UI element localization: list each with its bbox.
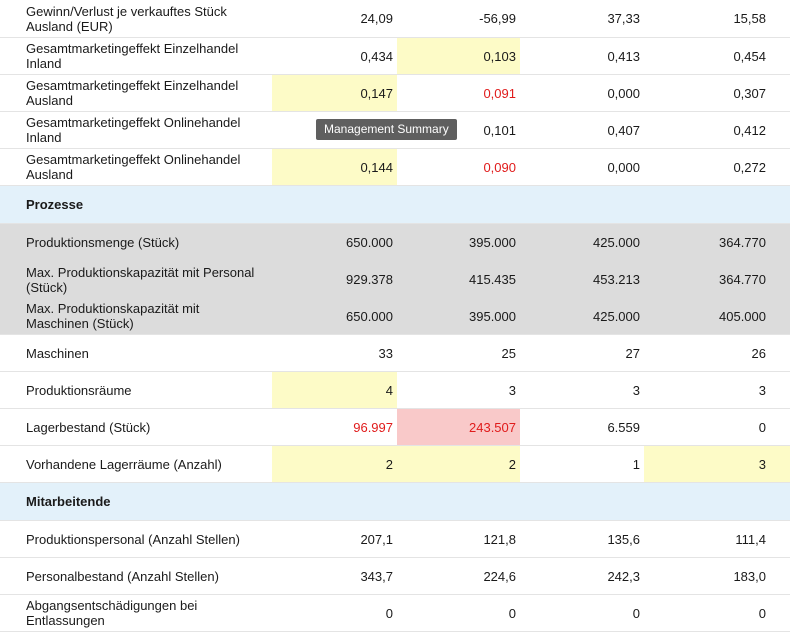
value-cell: 3 <box>644 446 790 482</box>
value-cell: 364.770 <box>719 235 766 250</box>
value-cell: 395.000 <box>469 235 516 250</box>
value-cell: 33 <box>378 345 393 361</box>
value-cell: 0,091 <box>483 85 516 101</box>
table-row: Abgangsentschädigungen bei Entlassungen … <box>0 595 790 632</box>
value-cell: 183,0 <box>733 568 766 584</box>
value-cell: 343,7 <box>360 568 393 584</box>
value-cell: 111,4 <box>735 531 766 547</box>
value-cell: 0,000 <box>607 159 640 175</box>
value-cell: 0,000 <box>607 85 640 101</box>
value-cell: 25 <box>501 345 516 361</box>
value-cell: 242,3 <box>607 568 640 584</box>
value-cell: 243.507 <box>397 409 520 445</box>
row-label: Maschinen <box>26 345 89 361</box>
row-label: Gewinn/Verlust je verkauftes Stück Ausla… <box>26 3 227 34</box>
value-cell: 650.000 <box>346 235 393 250</box>
row-label: Max. Produktionskapazität mit Maschinen … <box>26 301 200 331</box>
value-cell: 405.000 <box>719 308 766 324</box>
value-cell: 0,144 <box>272 149 397 185</box>
row-label: Personalbestand (Anzahl Stellen) <box>26 568 219 584</box>
value-cell: 15,58 <box>733 11 766 26</box>
value-cell: 364.770 <box>719 272 766 287</box>
value-cell: 0,147 <box>272 75 397 111</box>
value-cell: 425.000 <box>593 308 640 324</box>
value-cell: 27 <box>625 345 640 361</box>
value-cell: 650.000 <box>346 308 393 324</box>
table-row: Produktionspersonal (Anzahl Stellen) 207… <box>0 521 790 558</box>
table-row: Produktionsräume 4 3 3 3 <box>0 372 790 409</box>
value-cell: 0,103 <box>397 38 520 74</box>
value-cell: 929.378 <box>346 272 393 287</box>
value-cell: 0 <box>758 605 766 621</box>
value-cell: 207,1 <box>360 531 393 547</box>
value-cell: 2 <box>272 446 397 482</box>
value-cell: 0,454 <box>733 48 766 64</box>
table-row: Produktionsmenge (Stück) 650.000 395.000… <box>0 224 790 261</box>
value-cell: 24,09 <box>360 11 393 26</box>
value-cell: 96.997 <box>353 419 393 435</box>
row-label: Abgangsentschädigungen bei Entlassungen <box>26 598 198 628</box>
row-label: Lagerbestand (Stück) <box>26 419 151 435</box>
value-cell: 37,33 <box>607 11 640 26</box>
table-row: Lagerbestand (Stück) 96.997 243.507 6.55… <box>0 409 790 446</box>
table-row: Gewinn/Verlust je verkauftes Stück Ausla… <box>0 0 790 38</box>
value-cell: -56,99 <box>479 11 516 26</box>
value-cell: 0,412 <box>733 122 766 138</box>
value-cell: 425.000 <box>593 235 640 250</box>
value-cell: 0 <box>632 605 640 621</box>
row-label: Produktionsmenge (Stück) <box>26 235 180 250</box>
value-cell: 0,090 <box>483 159 516 175</box>
value-cell: 0,407 <box>607 122 640 138</box>
value-cell: 395.000 <box>469 308 516 324</box>
table-row: Max. Produktionskapazität mit Maschinen … <box>0 298 790 335</box>
row-label: Produktionspersonal (Anzahl Stellen) <box>26 531 240 547</box>
table-row: Personalbestand (Anzahl Stellen) 343,7 2… <box>0 558 790 595</box>
row-label: Gesamtmarketingeffekt Einzelhandel Inlan… <box>26 41 239 71</box>
value-cell: 121,8 <box>483 531 516 547</box>
value-cell: 2 <box>397 446 520 482</box>
table-row: Gesamtmarketingeffekt Einzelhandel Inlan… <box>0 38 790 75</box>
row-label: Gesamtmarketingeffekt Einzelhandel Ausla… <box>26 78 239 108</box>
value-cell: 0,272 <box>733 159 766 175</box>
value-cell: 135,6 <box>607 531 640 547</box>
section-header-mitarbeitende: Mitarbeitende <box>0 483 790 521</box>
value-cell: 6.559 <box>607 419 640 435</box>
value-cell: 224,6 <box>483 568 516 584</box>
value-cell: 0,434 <box>360 48 393 64</box>
value-cell: 0 <box>758 419 766 435</box>
row-label: Produktionsräume <box>26 382 132 398</box>
table-row: Max. Produktionskapazität mit Personal (… <box>0 261 790 298</box>
value-cell: 0,413 <box>607 48 640 64</box>
value-cell: 0 <box>508 605 516 621</box>
value-cell: 4 <box>272 372 397 408</box>
value-cell: 26 <box>751 345 766 361</box>
value-cell: 3 <box>508 382 516 398</box>
table-row: Gesamtmarketingeffekt Einzelhandel Ausla… <box>0 75 790 112</box>
value-cell: 3 <box>632 382 640 398</box>
row-label: Max. Produktionskapazität mit Personal (… <box>26 264 255 295</box>
data-table: Gewinn/Verlust je verkauftes Stück Ausla… <box>0 0 790 632</box>
row-label: Vorhandene Lagerräume (Anzahl) <box>26 456 222 472</box>
value-cell: 1 <box>632 456 640 472</box>
value-cell: 415.435 <box>469 272 516 287</box>
table-row: Gesamtmarketingeffekt Onlinehandel Ausla… <box>0 149 790 186</box>
row-label: Gesamtmarketingeffekt Onlinehandel Inlan… <box>26 115 241 145</box>
value-cell: 0,307 <box>733 85 766 101</box>
tooltip: Management Summary <box>316 119 457 140</box>
value-cell: 0 <box>385 605 393 621</box>
value-cell: 3 <box>758 382 766 398</box>
section-header-prozesse: Prozesse <box>0 186 790 224</box>
value-cell: 453.213 <box>593 272 640 287</box>
table-row: Vorhandene Lagerräume (Anzahl) 2 2 1 3 <box>0 446 790 483</box>
table-row: Maschinen 33 25 27 26 <box>0 335 790 372</box>
row-label: Gesamtmarketingeffekt Onlinehandel Ausla… <box>26 152 241 182</box>
